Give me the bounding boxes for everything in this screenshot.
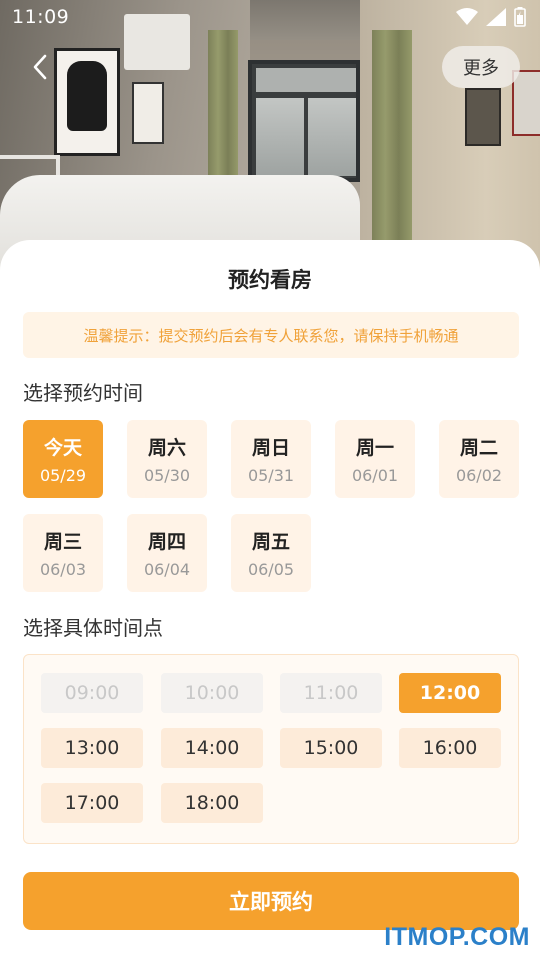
wifi-icon xyxy=(456,8,478,25)
day-option[interactable]: 周一 06/01 xyxy=(335,420,415,498)
time-slot-panel: 09:00 10:00 11:00 12:00 13:00 14:00 15:0… xyxy=(23,654,519,844)
day-date: 05/29 xyxy=(39,466,87,485)
status-bar: 11:09 xyxy=(0,0,540,36)
day-option[interactable]: 周三 06/03 xyxy=(23,514,103,592)
sheet-title: 预约看房 xyxy=(228,268,312,292)
wall-picture-2 xyxy=(512,70,540,136)
time-slot[interactable]: 12:00 xyxy=(399,673,501,713)
day-option[interactable]: 周五 06/05 xyxy=(231,514,311,592)
day-date: 06/01 xyxy=(351,466,399,485)
day-date: 06/02 xyxy=(455,466,503,485)
date-section-label: 选择预约时间 xyxy=(23,381,143,405)
day-option[interactable]: 今天 05/29 xyxy=(23,420,103,498)
day-weekday: 今天 xyxy=(43,437,82,459)
chevron-left-icon xyxy=(33,54,47,80)
day-date: 06/05 xyxy=(247,560,295,579)
day-weekday: 周日 xyxy=(251,437,290,459)
time-slot: 10:00 xyxy=(161,673,263,713)
time-section-label: 选择具体时间点 xyxy=(23,616,163,640)
day-weekday: 周三 xyxy=(43,531,82,553)
time-slot[interactable]: 14:00 xyxy=(161,728,263,768)
booking-sheet: 预约看房 温馨提示：提交预约后会有专人联系您，请保持手机畅通 选择预约时间 今天… xyxy=(0,240,540,960)
time-slot: 11:00 xyxy=(280,673,382,713)
day-weekday: 周五 xyxy=(251,531,290,553)
day-option[interactable]: 周六 05/30 xyxy=(127,420,207,498)
day-option[interactable]: 周二 06/02 xyxy=(439,420,519,498)
wall-picture xyxy=(465,88,501,146)
time-slot[interactable]: 16:00 xyxy=(399,728,501,768)
tip-banner: 温馨提示：提交预约后会有专人联系您，请保持手机畅通 xyxy=(23,312,519,358)
time-slot[interactable]: 18:00 xyxy=(161,783,263,823)
back-button[interactable] xyxy=(28,52,54,82)
day-date: 05/31 xyxy=(247,466,295,485)
day-date: 06/04 xyxy=(143,560,191,579)
watermark: ITMOP.COM xyxy=(384,923,530,951)
day-weekday: 周二 xyxy=(459,437,498,459)
day-date: 06/03 xyxy=(39,560,87,579)
time-slot[interactable]: 17:00 xyxy=(41,783,143,823)
status-icons xyxy=(456,7,526,27)
status-time: 11:09 xyxy=(12,6,70,28)
day-option[interactable]: 周日 05/31 xyxy=(231,420,311,498)
day-weekday: 周四 xyxy=(147,531,186,553)
day-weekday: 周一 xyxy=(355,437,394,459)
small-poster xyxy=(132,82,164,144)
time-slot: 09:00 xyxy=(41,673,143,713)
day-date: 05/30 xyxy=(143,466,191,485)
signal-icon xyxy=(486,8,506,26)
more-button[interactable]: 更多 xyxy=(442,46,520,88)
day-option[interactable]: 周四 06/04 xyxy=(127,514,207,592)
time-slot[interactable]: 13:00 xyxy=(41,728,143,768)
battery-icon xyxy=(514,7,526,27)
curtain-right xyxy=(372,30,412,245)
day-weekday: 周六 xyxy=(147,437,186,459)
time-slot[interactable]: 15:00 xyxy=(280,728,382,768)
bear-poster xyxy=(54,48,120,156)
submit-booking-button[interactable]: 立即预约 xyxy=(23,872,519,930)
room-window xyxy=(248,60,360,182)
